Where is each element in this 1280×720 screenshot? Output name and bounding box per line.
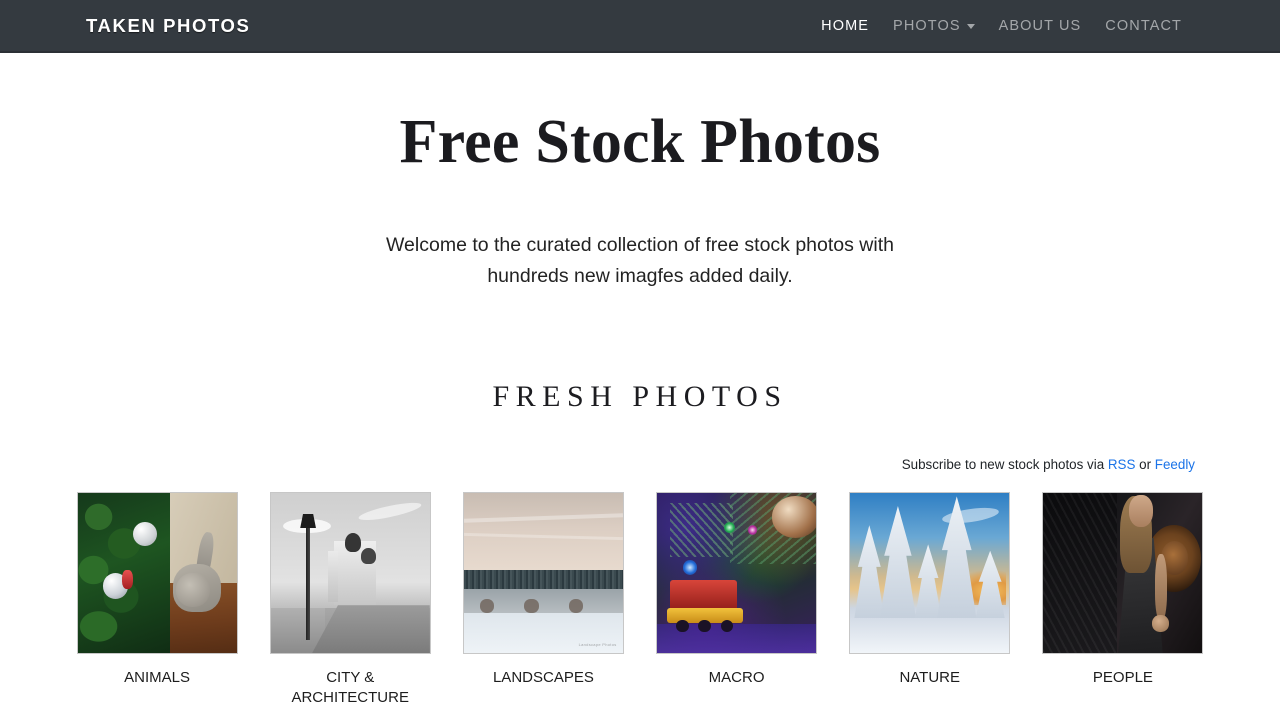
nav-item-home-label: HOME [821, 17, 870, 34]
nav-links: HOME PHOTOS ABOUT US CONTACT [809, 10, 1194, 42]
image-watermark: Landscape Photos [578, 641, 617, 647]
category-grid: ANIMALS CITY & ARCHITECTURE Landscape Ph… [0, 493, 1280, 708]
category-card-macro[interactable]: MACRO [656, 493, 818, 708]
category-card-nature[interactable]: NATURE [849, 493, 1011, 708]
nav-item-about-us-label: ABOUT US [998, 17, 1082, 34]
category-card-animals[interactable]: ANIMALS [76, 493, 238, 708]
category-label-nature: NATURE [899, 669, 961, 687]
category-card-landscapes[interactable]: Landscape Photos LANDSCAPES [462, 493, 624, 708]
category-label-people: PEOPLE [1092, 669, 1153, 687]
subscribe-separator-text: or [1135, 457, 1155, 473]
category-label-macro: MACRO [708, 669, 765, 687]
top-navbar: TAKEN PHOTOS HOME PHOTOS ABOUT US CONTAC… [0, 0, 1280, 53]
nav-item-contact-label: CONTACT [1105, 17, 1182, 34]
category-label-city-architecture: CITY & ARCHITECTURE [291, 669, 409, 707]
category-thumbnail-landscapes[interactable]: Landscape Photos [463, 493, 623, 654]
category-thumbnail-macro[interactable] [657, 493, 817, 654]
category-thumbnail-animals[interactable] [77, 493, 237, 654]
hero-subtitle-line-2: hundreds new imagfes added daily. [487, 265, 793, 288]
nav-item-photos-label: PHOTOS [893, 17, 961, 34]
section-heading: FRESH PHOTOS [492, 380, 788, 414]
chevron-down-icon [966, 24, 975, 29]
category-label-animals: ANIMALS [124, 669, 190, 687]
page-title: Free Stock Photos [399, 108, 881, 176]
site-brand[interactable]: TAKEN PHOTOS [86, 15, 250, 37]
subscribe-prefix-text: Subscribe to new stock photos via [901, 457, 1108, 473]
hero-subtitle: Welcome to the curated collection of fre… [360, 230, 920, 292]
nav-item-contact[interactable]: CONTACT [1093, 10, 1194, 42]
nav-item-photos[interactable]: PHOTOS [881, 10, 987, 42]
nav-item-about-us[interactable]: ABOUT US [987, 10, 1094, 42]
subscribe-line: Subscribe to new stock photos via RSS or… [0, 457, 1280, 472]
category-label-landscapes: LANDSCAPES [492, 669, 594, 687]
category-thumbnail-people[interactable] [1043, 493, 1203, 654]
rss-link[interactable]: RSS [1108, 457, 1136, 472]
category-card-people[interactable]: PEOPLE [1042, 493, 1204, 708]
nav-item-home[interactable]: HOME [809, 10, 881, 42]
category-thumbnail-nature[interactable] [850, 493, 1010, 654]
category-card-city-architecture[interactable]: CITY & ARCHITECTURE [269, 493, 431, 708]
hero-section: Free Stock Photos Welcome to the curated… [0, 53, 1280, 292]
feedly-link[interactable]: Feedly [1155, 457, 1195, 472]
hero-subtitle-line-1: Welcome to the curated collection of fre… [386, 234, 894, 257]
category-thumbnail-city-architecture[interactable] [270, 493, 430, 654]
